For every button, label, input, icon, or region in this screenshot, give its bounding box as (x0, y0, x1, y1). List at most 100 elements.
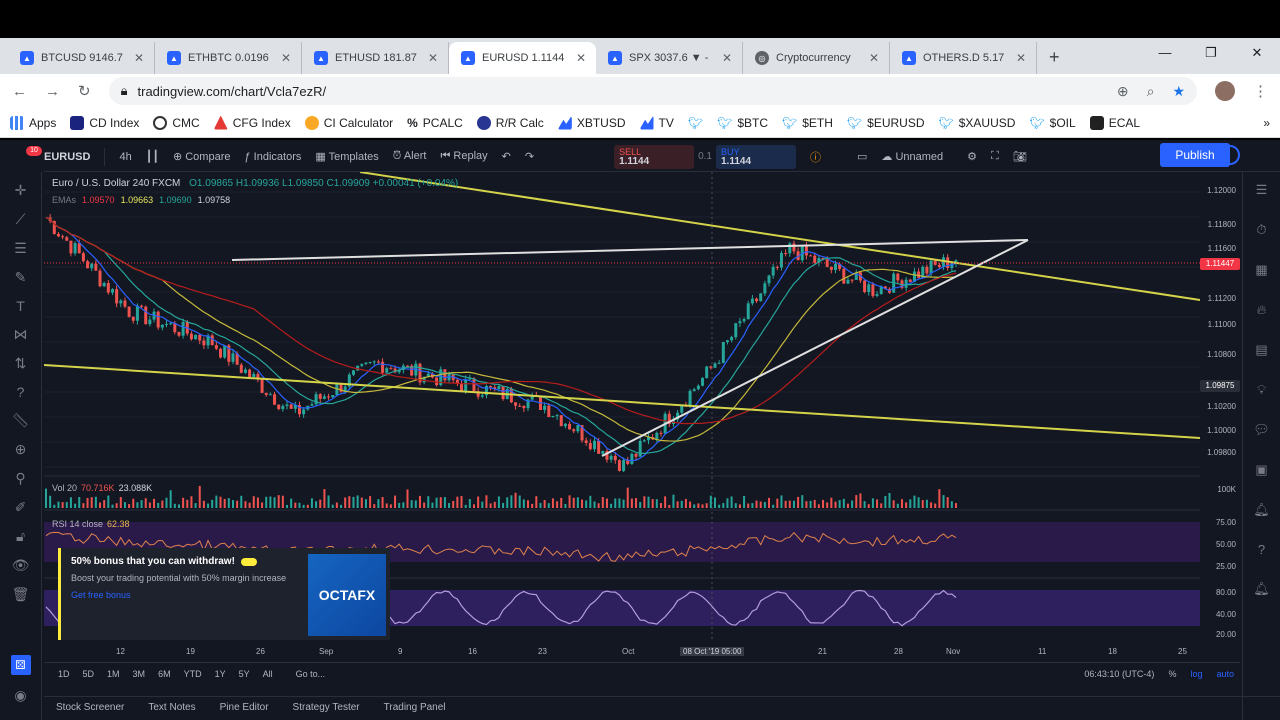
log-scale-toggle[interactable]: log (1190, 669, 1202, 679)
tab-trading-panel[interactable]: Trading Panel (372, 697, 458, 720)
bookmark-cfg-index[interactable]: CFG Index (213, 115, 291, 130)
percent-scale-toggle[interactable]: % (1168, 669, 1176, 679)
range-6m[interactable]: 6M (158, 669, 171, 679)
bookmark-xauusd[interactable]: 🐦︎ $XAUUSD (939, 116, 1016, 130)
close-icon[interactable]: ✕ (869, 51, 879, 65)
tab-text-notes[interactable]: Text Notes (136, 697, 207, 720)
close-icon[interactable]: ✕ (722, 51, 732, 65)
browser-tab[interactable]: ◎ Cryptocurrency ✕ (743, 42, 890, 74)
buy-button[interactable]: BUY 1.1144 (716, 144, 796, 169)
undo-icon[interactable]: ↶ (502, 150, 511, 163)
bookmark-tv[interactable]: TV (639, 115, 674, 130)
browser-tab[interactable]: ▲ SPX 3037.6 ▼ - ✕ (596, 42, 743, 74)
range-5y[interactable]: 5Y (239, 669, 250, 679)
bookmark-eth[interactable]: 🐦︎ $ETH (782, 116, 833, 130)
close-icon[interactable]: ✕ (428, 51, 438, 65)
range-3m[interactable]: 3M (133, 669, 146, 679)
bookmark-xbtusd[interactable]: XBTUSD (557, 115, 626, 130)
bookmark-cd-index[interactable]: CD Index (70, 115, 139, 130)
trendline-icon[interactable]: ⟋ (16, 211, 26, 228)
info-icon[interactable]: ⓘ (810, 149, 821, 165)
range-1d[interactable]: 1D (58, 669, 70, 679)
pattern-icon[interactable]: ⋈ (14, 326, 28, 343)
indicators-button[interactable]: ƒ Indicators (244, 151, 301, 163)
range-all[interactable]: All (263, 669, 273, 679)
replay-button[interactable]: ⏮ Replay (440, 150, 487, 163)
play-circle-icon[interactable] (1220, 145, 1240, 165)
fullscreen-icon[interactable]: ⛶ (991, 150, 999, 163)
tab-stock-screener[interactable]: Stock Screener (44, 697, 136, 720)
range-1m[interactable]: 1M (107, 669, 120, 679)
zoom-icon[interactable]: ⌕ (1147, 83, 1155, 100)
browser-tab[interactable]: ▲ OTHERS.D 5.17 ✕ (890, 42, 1037, 74)
redo-icon[interactable]: ↷ (525, 150, 534, 163)
stay-drawing-icon[interactable]: ✐ (15, 499, 27, 516)
range-1y[interactable]: 1Y (215, 669, 226, 679)
interval-select[interactable]: 4h (119, 151, 131, 163)
text-icon[interactable]: T (16, 298, 25, 314)
tab-pine-editor[interactable]: Pine Editor (208, 697, 281, 720)
zoom-in-icon[interactable]: ⊕ (15, 441, 27, 458)
fib-icon[interactable]: ☰ (14, 240, 27, 257)
bookmark-ci-calculator[interactable]: CI Calculator (304, 115, 393, 130)
prediction-icon[interactable]: ⇅ (15, 355, 27, 372)
trash-icon[interactable]: 🗑︎ (12, 586, 30, 603)
bookmark-pcalc[interactable]: % PCALC (407, 116, 463, 130)
bookmark-cmc[interactable]: CMC (153, 115, 200, 130)
layout-icon[interactable]: ▭ (857, 150, 867, 163)
avatar[interactable] (1215, 81, 1235, 101)
alert-button[interactable]: ⏰︎ Alert (393, 150, 427, 163)
brush-icon[interactable]: ✎ (15, 269, 27, 286)
range-ytd[interactable]: YTD (184, 669, 202, 679)
back-icon[interactable]: ← (12, 83, 27, 100)
symbol-search[interactable]: EURUSD (44, 151, 90, 163)
location-icon[interactable]: ⊕ (1117, 83, 1129, 100)
auto-scale-toggle[interactable]: auto (1216, 669, 1234, 679)
bookmark-btc[interactable]: 🐦︎ $BTC (717, 116, 768, 130)
question-icon[interactable]: ? (17, 384, 25, 400)
settings-gear-icon[interactable]: ⚙ (967, 150, 977, 163)
bookmark-twitter[interactable]: 🐦︎ (688, 116, 703, 130)
bookmark-ecal[interactable]: ECAL (1089, 115, 1140, 130)
close-icon[interactable]: ✕ (1016, 51, 1026, 65)
browser-tab[interactable]: ▲ ETHUSD 181.87 ✕ (302, 42, 449, 74)
range-5d[interactable]: 5D (83, 669, 95, 679)
ruler-icon[interactable]: 📏︎ (12, 412, 30, 429)
ad-cta-link[interactable]: Get free bonus (71, 590, 298, 600)
crosshair-icon[interactable]: ✛ (15, 182, 27, 199)
close-icon[interactable]: ✕ (281, 51, 291, 65)
forward-icon[interactable]: → (45, 83, 60, 100)
minimize-icon[interactable]: — (1142, 38, 1188, 70)
bookmark-oil[interactable]: 🐦︎ $OIL (1029, 116, 1075, 130)
sell-button[interactable]: SELL 1.1144 (614, 144, 695, 169)
hide-toolbar-icon[interactable]: ◉ (14, 687, 26, 704)
menu-dots-icon[interactable]: ⋮ (1253, 82, 1268, 100)
clock-timezone[interactable]: 06:43:10 (UTC-4) (1084, 669, 1154, 679)
magnet-icon[interactable]: ⚲ (15, 470, 25, 487)
bookmarks-overflow-icon[interactable]: » (1263, 116, 1270, 130)
window-close-icon[interactable]: ✕ (1234, 38, 1280, 70)
lock-drawings-icon[interactable]: 🔓︎ (16, 528, 25, 545)
octafx-ad[interactable]: 50% bonus that you can withdraw! Boost y… (58, 548, 390, 640)
browser-tab[interactable]: ▲ BTCUSD 9146.7 ✕ (8, 42, 155, 74)
time-axis[interactable]: 12 19 26 Sep 9 16 23 Oct 08 Oct '19 05:0… (44, 644, 1200, 660)
maximize-icon[interactable]: ❐ (1188, 38, 1234, 70)
close-icon[interactable]: ✕ (576, 51, 586, 65)
browser-tab-active[interactable]: ▲ EURUSD 1.1144 ✕ (449, 42, 596, 74)
bookmark-eurusd[interactable]: 🐦︎ $EURUSD (847, 116, 925, 130)
camera-icon[interactable]: 📷︎ (1013, 150, 1027, 163)
object-tree-icon[interactable]: ⚄ (10, 655, 31, 675)
reload-icon[interactable]: ↻ (78, 82, 91, 100)
tab-strategy-tester[interactable]: Strategy Tester (281, 697, 372, 720)
compare-button[interactable]: ⊕ Compare (173, 150, 231, 163)
bar-style-icon[interactable]: ┃┃ (146, 150, 159, 163)
goto-date-button[interactable]: Go to... (296, 669, 326, 679)
templates-button[interactable]: ▦ Templates (315, 150, 378, 163)
new-tab-button[interactable]: + (1037, 47, 1072, 74)
star-icon[interactable]: ★ (1172, 83, 1185, 100)
bookmark-apps[interactable]: Apps (10, 115, 56, 130)
browser-tab[interactable]: ▲ ETHBTC 0.0196 ✕ (155, 42, 302, 74)
cloud-icon[interactable]: ☁ Unnamed (881, 150, 943, 163)
eye-icon[interactable]: 👁︎ (12, 557, 30, 574)
close-icon[interactable]: ✕ (134, 51, 144, 65)
